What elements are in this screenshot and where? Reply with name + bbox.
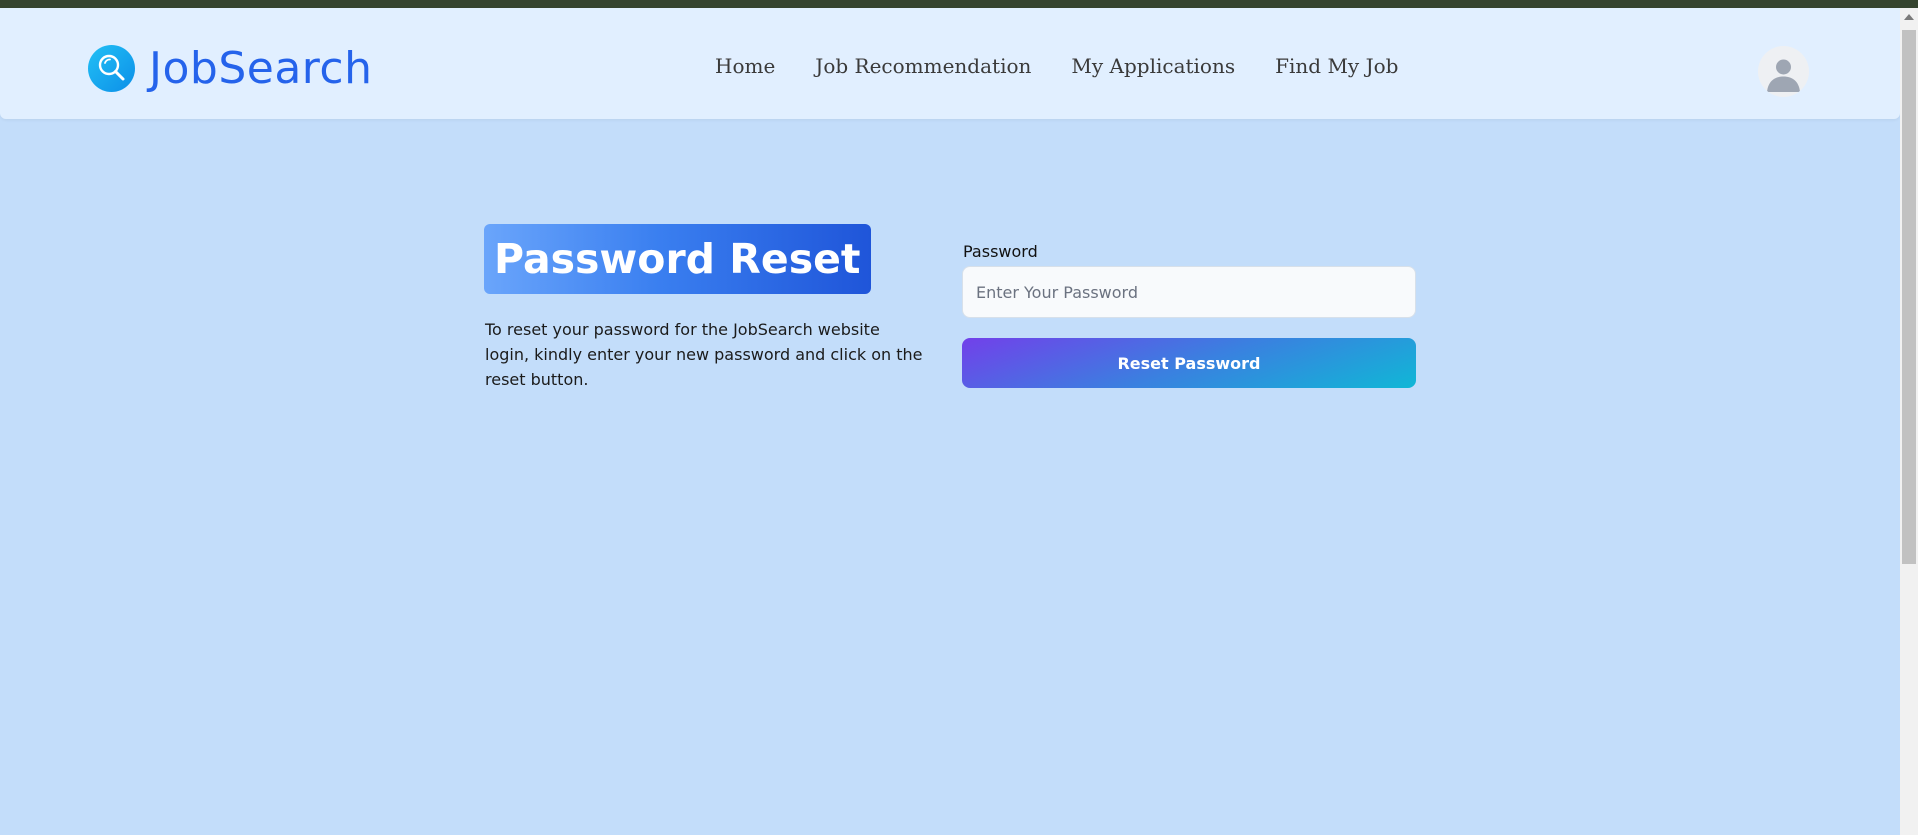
window-top-strip (0, 0, 1918, 8)
nav-link-home[interactable]: Home (715, 54, 775, 78)
page-title-banner: Password Reset (484, 224, 871, 294)
scroll-up-arrow-icon[interactable] (1904, 14, 1914, 20)
nav-link-job-recommendation[interactable]: Job Recommendation (815, 54, 1031, 78)
nav-link-my-applications[interactable]: My Applications (1071, 54, 1235, 78)
password-label: Password (963, 242, 1038, 261)
brand-logo[interactable]: JobSearch (88, 38, 373, 98)
page-description: To reset your password for the JobSearch… (485, 320, 923, 389)
navbar: JobSearch Home Job Recommendation My App… (0, 8, 1900, 119)
user-avatar-icon[interactable] (1758, 46, 1809, 97)
password-input[interactable] (962, 266, 1416, 318)
main-nav: Home Job Recommendation My Applications … (715, 54, 1398, 78)
scrollbar-thumb[interactable] (1902, 30, 1916, 564)
brand-name: JobSearch (149, 42, 373, 94)
search-icon (88, 44, 135, 92)
page-title: Password Reset (494, 235, 861, 283)
page-scrollbar[interactable] (1900, 8, 1918, 835)
nav-link-find-my-job[interactable]: Find My Job (1275, 54, 1398, 78)
reset-password-button[interactable]: Reset Password (962, 338, 1416, 388)
